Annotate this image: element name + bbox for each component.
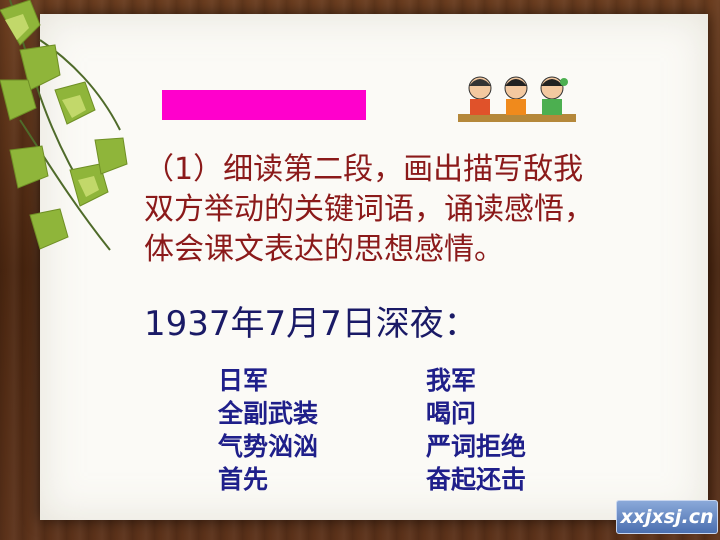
accent-bar [162,90,366,120]
japanese-side-list: 日军 全副武装 气势汹汹 首先 [218,364,318,496]
list-item: 气势汹汹 [218,432,319,461]
instruction-text: （1）细读第二段，画出描写敌我 双方举动的关键词语，诵读感悟， 体会课文表达的思… [144,150,684,270]
instruction-line: （1）细读第二段，画出描写敌我 [144,152,584,187]
our-side-list: 我军 喝问 严词拒绝 奋起还击 [426,364,526,496]
list-item: 首先 [218,465,269,494]
ivy-leaves-icon [0,0,128,251]
site-logo: xxjxsj.cn [616,500,718,534]
three-children-icon [458,76,576,122]
list-item: 喝问 [426,399,477,428]
list-item: 我军 [426,366,477,395]
list-item: 日军 [218,366,269,395]
list-item: 奋起还击 [426,465,527,494]
instruction-line: 体会课文表达的思想感情。 [144,232,504,267]
list-item: 全副武装 [218,399,319,428]
date-heading: 1937年7月7日深夜： [144,304,478,344]
instruction-line: 双方举动的关键词语，诵读感悟， [144,192,594,227]
list-item: 严词拒绝 [426,432,527,461]
